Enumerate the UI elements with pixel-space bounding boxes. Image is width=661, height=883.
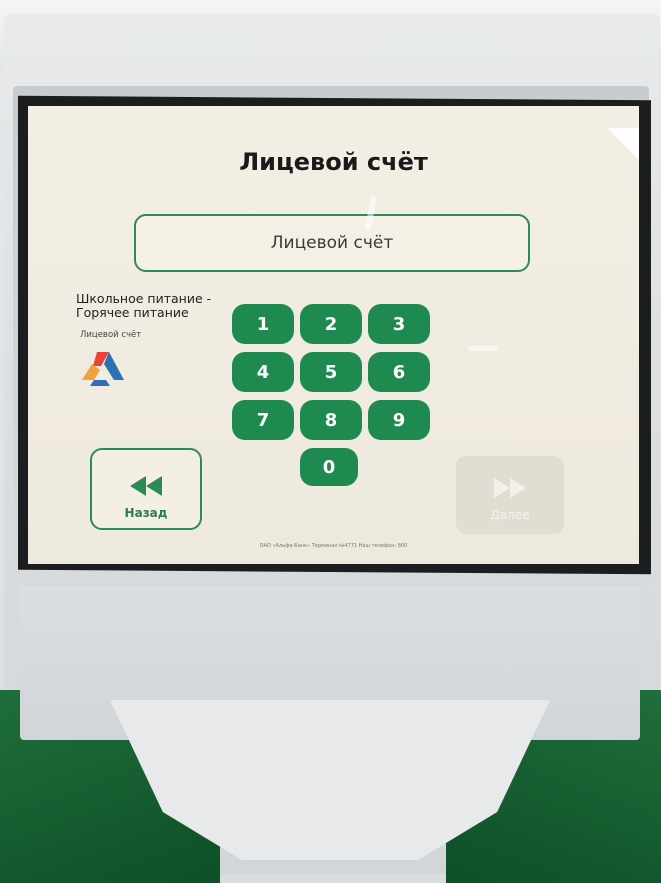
kiosk-screen: Лицевой счёт Лицевой счёт Школьное питан… <box>28 106 639 564</box>
key-6[interactable]: 6 <box>368 352 430 392</box>
next-button[interactable]: Далее <box>456 456 564 534</box>
page-title: Лицевой счёт <box>239 148 428 176</box>
key-8[interactable]: 8 <box>300 400 362 440</box>
account-field-label: Лицевой счёт <box>80 330 142 340</box>
key-7[interactable]: 7 <box>232 400 294 440</box>
back-button[interactable]: Назад <box>90 448 202 530</box>
account-input-placeholder: Лицевой счёт <box>270 233 394 253</box>
next-button-label: Далее <box>490 508 530 522</box>
service-name: Школьное питание - Горячее питание <box>76 291 212 320</box>
kiosk-photo: Лицевой счёт Лицевой счёт Школьное питан… <box>0 0 661 883</box>
key-9[interactable]: 9 <box>368 400 430 440</box>
numeric-keypad: 1 2 3 4 5 6 7 8 9 0 <box>232 304 442 504</box>
key-0[interactable]: 0 <box>300 448 358 486</box>
account-input[interactable]: Лицевой счёт <box>134 214 530 272</box>
fast-forward-icon <box>494 478 526 498</box>
key-1[interactable]: 1 <box>232 304 294 344</box>
key-4[interactable]: 4 <box>232 352 294 392</box>
key-3[interactable]: 3 <box>368 304 430 344</box>
footer-info: ОАО «Альфа-Банк» Терминал №4771 Наш теле… <box>259 543 408 549</box>
alfa-triangle-logo-icon <box>82 352 124 386</box>
light-reflection <box>468 346 498 351</box>
rewind-icon <box>130 476 162 496</box>
key-2[interactable]: 2 <box>300 304 362 344</box>
back-button-label: Назад <box>124 506 168 520</box>
key-5[interactable]: 5 <box>300 352 362 392</box>
